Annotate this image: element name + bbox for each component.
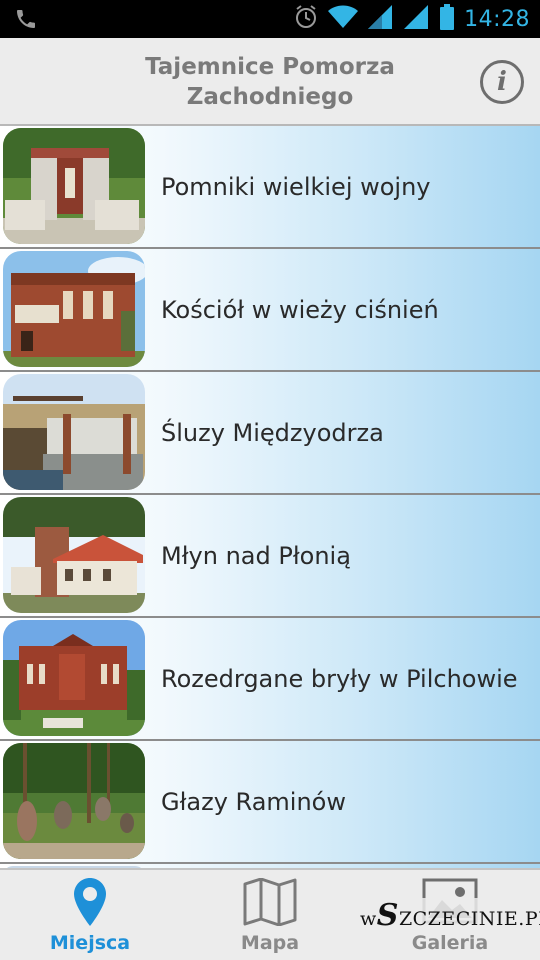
tab-label: Miejsca <box>49 932 131 954</box>
pilchowo-photo <box>3 620 145 736</box>
stones-photo <box>3 743 145 859</box>
tab-label: Mapa <box>240 932 300 954</box>
list-item[interactable]: Kościół w wieży ciśnień <box>0 249 540 372</box>
list-item[interactable]: Młyn nad Płonią <box>0 495 540 618</box>
info-icon: i <box>497 67 507 97</box>
memorial-photo <box>3 128 145 244</box>
list-item[interactable]: Śluzy Międzyodrza <box>0 372 540 495</box>
tab-mapa[interactable]: Mapa <box>180 870 360 960</box>
church-photo <box>3 251 145 367</box>
locks-photo <box>3 374 145 490</box>
battery-icon <box>440 3 455 35</box>
phone-icon <box>14 7 38 36</box>
map-pin-icon <box>74 878 106 931</box>
action-bar: Tajemnice Pomorza Zachodniego i <box>0 38 540 126</box>
list-item[interactable]: Rozedrgane bryły w Pilchowie <box>0 618 540 741</box>
wifi-icon <box>328 5 359 34</box>
tab-miejsca[interactable]: Miejsca <box>0 870 180 960</box>
signal-icon <box>404 4 430 34</box>
status-clock: 14:28 <box>464 6 530 32</box>
signal-icon <box>368 4 394 34</box>
tab-label: Galeria <box>411 932 489 954</box>
mill-photo <box>3 497 145 613</box>
place-list[interactable]: Pomniki wielkiej wojny Kościół w wieży c… <box>0 126 540 868</box>
info-button[interactable]: i <box>480 60 524 104</box>
place-label: Młyn nad Płonią <box>161 541 351 570</box>
map-icon <box>243 877 297 931</box>
list-item[interactable]: Głazy Raminów <box>0 741 540 864</box>
status-bar: 14:28 <box>0 0 540 38</box>
place-label: Głazy Raminów <box>161 787 346 816</box>
list-item[interactable]: Pomniki wielkiej wojny <box>0 126 540 249</box>
place-label: Kościół w wieży ciśnień <box>161 295 439 324</box>
alarm-icon <box>294 4 318 35</box>
app-title: Tajemnice Pomorza Zachodniego <box>145 54 395 110</box>
place-label: Pomniki wielkiej wojny <box>161 172 431 201</box>
watermark-logo: wSZCZECINIE.PL <box>358 898 540 933</box>
place-label: Rozedrgane bryły w Pilchowie <box>161 664 518 693</box>
place-label: Śluzy Międzyodrza <box>161 418 384 447</box>
